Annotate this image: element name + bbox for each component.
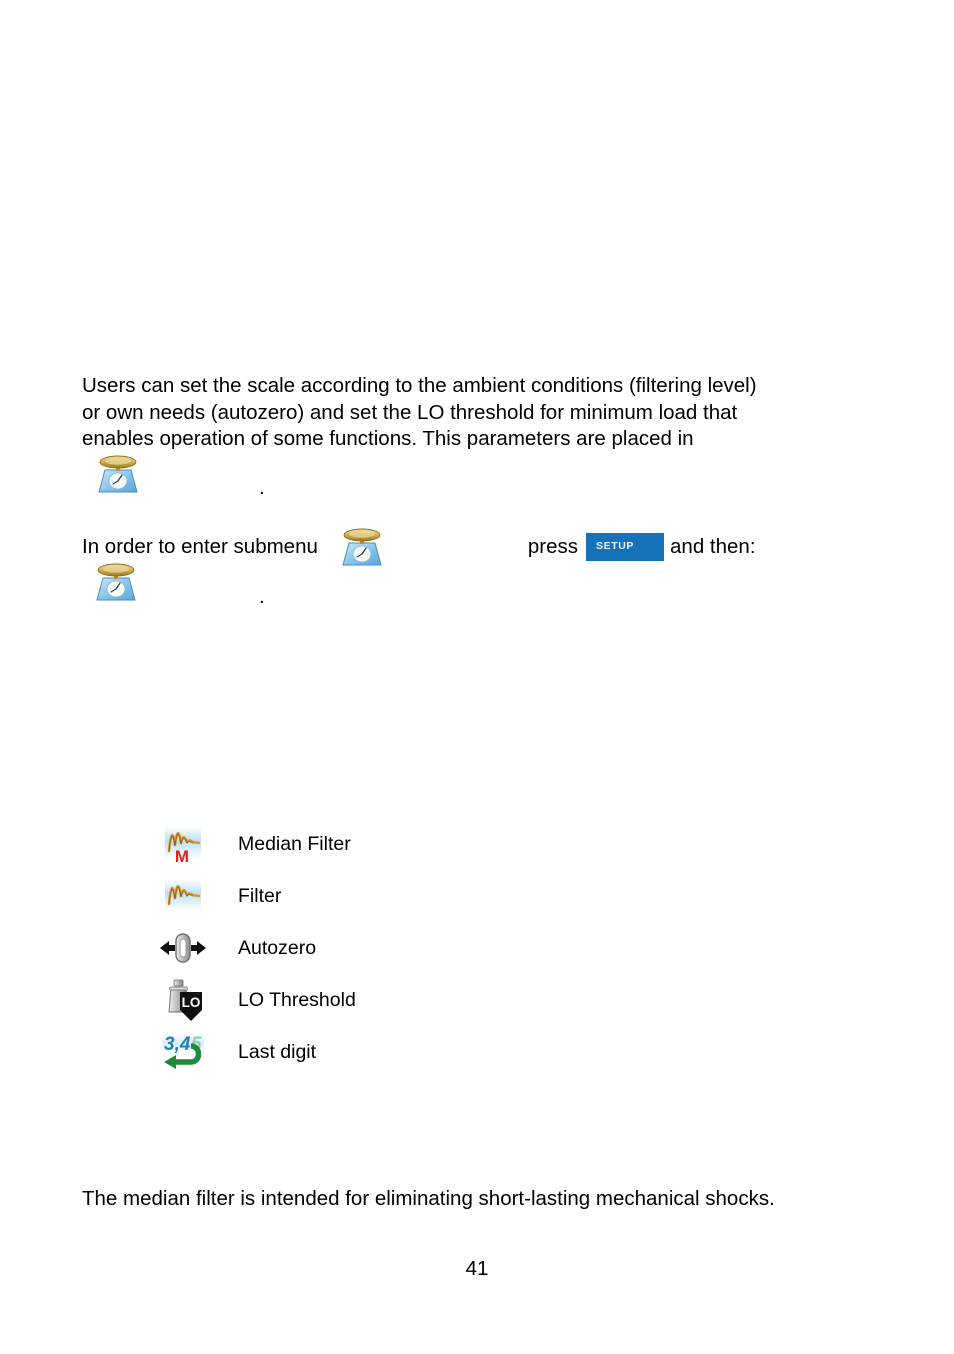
list-item-label: Median Filter	[238, 833, 351, 855]
scale-balance-icon	[92, 452, 144, 496]
list-item-label: LO Threshold	[238, 989, 356, 1011]
intro-paragraph: Users can set the scale according to the…	[82, 373, 757, 453]
scale-balance-icon	[336, 525, 388, 569]
svg-text:3,4: 3,4	[164, 1034, 191, 1055]
autozero-icon	[158, 924, 208, 972]
svg-text:M: M	[175, 847, 189, 866]
list-item-label: Filter	[238, 885, 282, 907]
list-item: LO LO Threshold	[158, 974, 356, 1026]
and-then-text: and then:	[670, 535, 756, 558]
lo-threshold-icon: LO	[158, 976, 208, 1024]
last-digit-icon: 3,4 5	[158, 1028, 208, 1076]
intro-trailing-period: .	[259, 476, 265, 499]
intro-line-1: Users can set the scale according to the…	[82, 374, 757, 397]
press-word-text: press	[527, 535, 579, 558]
svg-text:LO: LO	[182, 995, 201, 1010]
submenu-prefix-text: In order to enter submenu	[82, 535, 318, 558]
document-page: Users can set the scale according to the…	[0, 0, 954, 1354]
scale-balance-icon	[90, 560, 142, 604]
list-item-label: Autozero	[238, 937, 317, 959]
intro-line-3: enables operation of some functions. Thi…	[82, 427, 694, 450]
list-item: Autozero	[158, 922, 356, 974]
setup-button-label: SETUP	[596, 540, 635, 552]
filter-icon	[158, 872, 208, 920]
page-number: 41	[465, 1257, 489, 1280]
intro-line-2: or own needs (autozero) and set the LO t…	[82, 400, 738, 424]
submenu-instruction-row: In order to enter submenu press SETUP an…	[82, 528, 756, 566]
closing-paragraph: The median filter is intended for elimin…	[82, 1187, 775, 1210]
setup-button[interactable]: SETUP	[586, 533, 665, 561]
list-item-label: Last digit	[238, 1041, 317, 1063]
list-item: M Median Filter	[158, 818, 356, 870]
parameter-list: M Median Filter Filter Autozero LO LO Th…	[158, 818, 356, 1078]
submenu-trailing-period: .	[259, 585, 265, 608]
median-filter-icon: M	[158, 820, 208, 868]
list-item: Filter	[158, 870, 356, 922]
list-item: 3,4 5 Last digit	[158, 1026, 356, 1078]
